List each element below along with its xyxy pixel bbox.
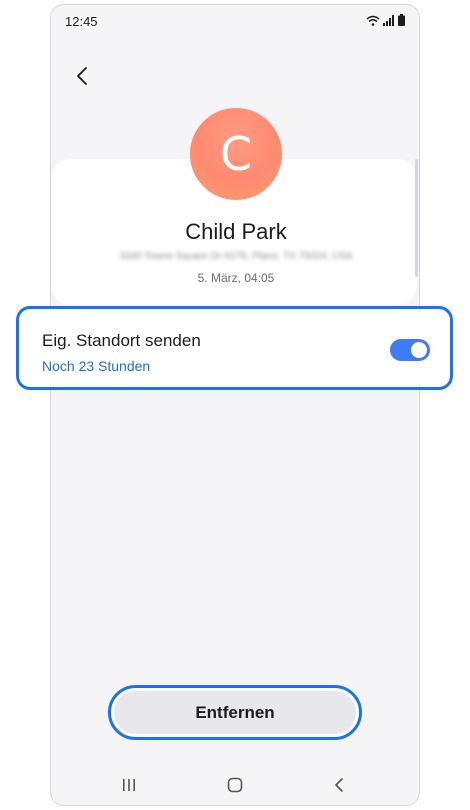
recents-icon — [121, 778, 137, 797]
remove-button-label: Entfernen — [195, 702, 275, 722]
share-location-title: Eig. Standort senden — [42, 331, 201, 350]
contact-name: Child Park — [185, 219, 287, 244]
signal-icon — [383, 13, 395, 31]
nav-home-button[interactable] — [221, 773, 249, 801]
share-location-toggle[interactable] — [390, 339, 430, 361]
chevron-left-icon — [75, 66, 89, 91]
nav-recents-button[interactable] — [115, 773, 143, 801]
status-time: 12:45 — [65, 14, 98, 29]
share-duration: Noch 23 Stunden — [42, 358, 151, 374]
toggle-knob — [411, 342, 427, 358]
scroll-indicator — [415, 159, 418, 277]
wifi-icon — [366, 13, 380, 31]
status-icons — [366, 13, 405, 31]
contact-avatar: C — [190, 108, 282, 200]
nav-back-button[interactable] — [325, 773, 353, 801]
navigation-bar — [51, 773, 419, 801]
avatar-letter: C — [219, 127, 253, 181]
home-icon — [227, 777, 243, 798]
share-datetime: 5. März, 04:05 — [197, 271, 275, 285]
remove-button[interactable]: Entfernen — [108, 685, 362, 740]
contact-address: 3340 Towne Square Dr #275, Plano, TX 750… — [119, 251, 353, 262]
back-button[interactable] — [69, 65, 95, 91]
back-icon — [333, 777, 345, 798]
battery-icon — [398, 13, 405, 31]
status-bar: 12:45 — [51, 5, 419, 37]
share-location-row[interactable]: Eig. Standort senden Noch 23 Stunden — [16, 306, 453, 390]
